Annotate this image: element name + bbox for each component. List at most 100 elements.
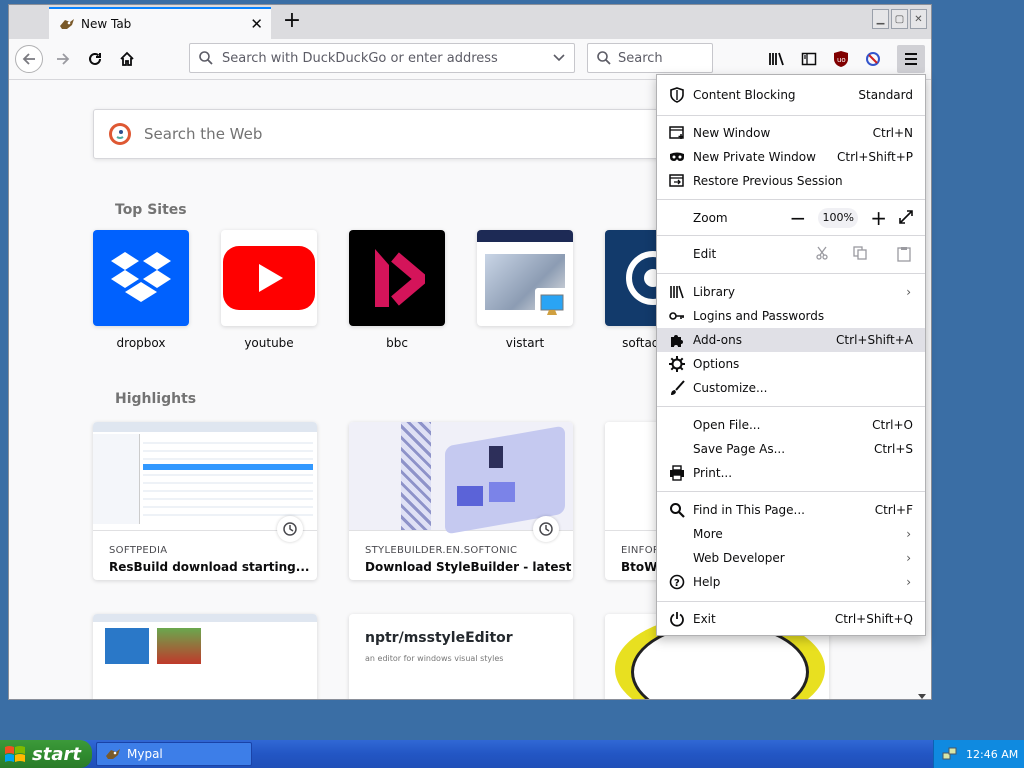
chevron-right-icon: › (906, 285, 911, 299)
menu-item-label: Add-ons (693, 333, 742, 347)
clock-text: 12:46 AM (966, 747, 1019, 761)
menu-item-label: Library (693, 285, 735, 299)
zoom-reset-button[interactable]: 100% (818, 208, 859, 228)
top-site-label: dropbox (116, 336, 166, 350)
menu-separator (657, 406, 925, 407)
menu-item-label: Content Blocking (693, 88, 796, 102)
highlight-thumbnail (93, 614, 317, 699)
printer-icon (669, 465, 685, 481)
maximize-button[interactable]: ▢ (891, 9, 908, 29)
key-icon (669, 308, 685, 324)
menu-item-label: Web Developer (693, 551, 785, 565)
top-site-bbc[interactable]: bbc (349, 230, 445, 350)
menu-item-label: Edit (693, 247, 717, 261)
shield-icon (669, 87, 685, 103)
fullscreen-button[interactable] (899, 209, 913, 227)
menu-new-window[interactable]: New Window Ctrl+N (657, 121, 925, 145)
menu-item-shortcut: Ctrl+Shift+Q (834, 612, 913, 626)
prohibited-icon (866, 52, 880, 66)
blocker-extension-button[interactable] (861, 47, 885, 71)
menu-item-label: Open File... (693, 418, 761, 432)
gear-icon (669, 356, 685, 372)
menu-library[interactable]: Library › (657, 280, 925, 304)
cut-icon[interactable] (815, 246, 829, 263)
new-tab-button[interactable]: + (279, 9, 305, 35)
zoom-in-button[interactable]: + (870, 206, 887, 230)
open-menu-button[interactable] (897, 45, 925, 73)
tab-new-tab[interactable]: New Tab ✕ (49, 7, 271, 39)
reload-button[interactable] (81, 45, 109, 73)
ublock-button[interactable]: uo (829, 47, 853, 71)
menu-help[interactable]: ? Help › (657, 570, 925, 594)
menu-logins[interactable]: Logins and Passwords (657, 304, 925, 328)
menu-addons[interactable]: Add-ons Ctrl+Shift+A (657, 328, 925, 352)
menu-open-file[interactable]: Open File... Ctrl+O (657, 413, 925, 437)
mypal-favicon-icon (60, 19, 74, 29)
taskbar-item-label: Mypal (127, 747, 163, 761)
close-window-button[interactable]: ✕ (910, 9, 927, 29)
sidebar-button[interactable] (797, 47, 821, 71)
menu-zoom-row: Zoom − 100% + (657, 205, 925, 231)
menu-print[interactable]: Print... (657, 461, 925, 485)
menu-item-shortcut: Ctrl+Shift+A (836, 333, 913, 347)
search-icon (597, 51, 611, 65)
menu-content-blocking[interactable]: Content Blocking Standard (657, 83, 925, 107)
library-button[interactable] (765, 47, 789, 71)
copy-icon[interactable] (853, 246, 867, 263)
vistart-thumbnail (477, 230, 573, 326)
top-site-label: youtube (244, 336, 294, 350)
highlight-card[interactable]: nptr/msstyleEditor an editor for windows… (349, 614, 573, 699)
paste-icon[interactable] (897, 246, 911, 265)
menu-web-developer[interactable]: Web Developer › (657, 546, 925, 570)
top-site-vistart[interactable]: vistart (477, 230, 573, 350)
window-controls: ▁ ▢ ✕ (872, 9, 927, 29)
highlight-thumbnail (93, 422, 317, 542)
top-site-dropbox[interactable]: dropbox (93, 230, 189, 350)
home-button[interactable] (113, 45, 141, 73)
library-icon (669, 284, 685, 300)
minimize-button[interactable]: ▁ (872, 9, 889, 29)
menu-restore-session[interactable]: Restore Previous Session (657, 169, 925, 193)
start-label: start (32, 743, 81, 765)
network-icon[interactable] (942, 747, 958, 761)
svg-text:?: ? (674, 578, 680, 589)
top-sites-heading: Top Sites (115, 202, 187, 218)
new-window-icon (669, 125, 685, 141)
search-bar[interactable]: Search (587, 43, 713, 73)
close-tab-icon[interactable]: ✕ (250, 15, 263, 33)
top-site-label: vistart (505, 336, 545, 350)
zoom-controls: − 100% + (789, 206, 913, 230)
url-bar-placeholder: Search with DuckDuckGo or enter address (222, 50, 498, 66)
menu-item-label: Exit (693, 612, 716, 626)
menu-item-label: Logins and Passwords (693, 309, 825, 323)
zoom-out-button[interactable]: − (789, 206, 806, 230)
highlight-thumbnail (349, 422, 573, 542)
menu-separator (657, 115, 925, 116)
scrollbar-down-arrow[interactable] (917, 690, 931, 699)
menu-more[interactable]: More › (657, 522, 925, 546)
menu-item-label: Restore Previous Session (693, 174, 843, 188)
menu-save-page[interactable]: Save Page As... Ctrl+S (657, 437, 925, 461)
forward-button[interactable] (49, 45, 77, 73)
menu-find-in-page[interactable]: Find in This Page... Ctrl+F (657, 498, 925, 522)
start-button[interactable]: start (0, 740, 92, 768)
ublock-origin-icon: uo (834, 51, 848, 67)
highlight-card[interactable]: SOFTPEDIA ResBuild download starting... (93, 422, 317, 580)
chevron-down-icon[interactable] (552, 50, 566, 64)
back-button[interactable] (15, 45, 43, 73)
menu-item-shortcut: Ctrl+O (872, 418, 913, 432)
highlight-card[interactable] (93, 614, 317, 699)
top-site-youtube[interactable]: youtube (221, 230, 317, 350)
menu-customize[interactable]: Customize... (657, 376, 925, 400)
menu-new-private-window[interactable]: New Private Window Ctrl+Shift+P (657, 145, 925, 169)
menu-exit[interactable]: Exit Ctrl+Shift+Q (657, 607, 925, 631)
clock-icon (277, 516, 303, 542)
search-icon (199, 51, 213, 65)
highlight-source: SOFTPEDIA (109, 545, 168, 556)
menu-options[interactable]: Options (657, 352, 925, 376)
menu-item-shortcut: Ctrl+F (874, 503, 913, 517)
url-bar[interactable]: Search with DuckDuckGo or enter address (189, 43, 575, 73)
highlight-card[interactable]: STYLEBUILDER.EN.SOFTONIC Download StyleB… (349, 422, 573, 580)
taskbar-item-mypal[interactable]: Mypal (96, 742, 252, 766)
duckduckgo-icon (109, 123, 131, 145)
